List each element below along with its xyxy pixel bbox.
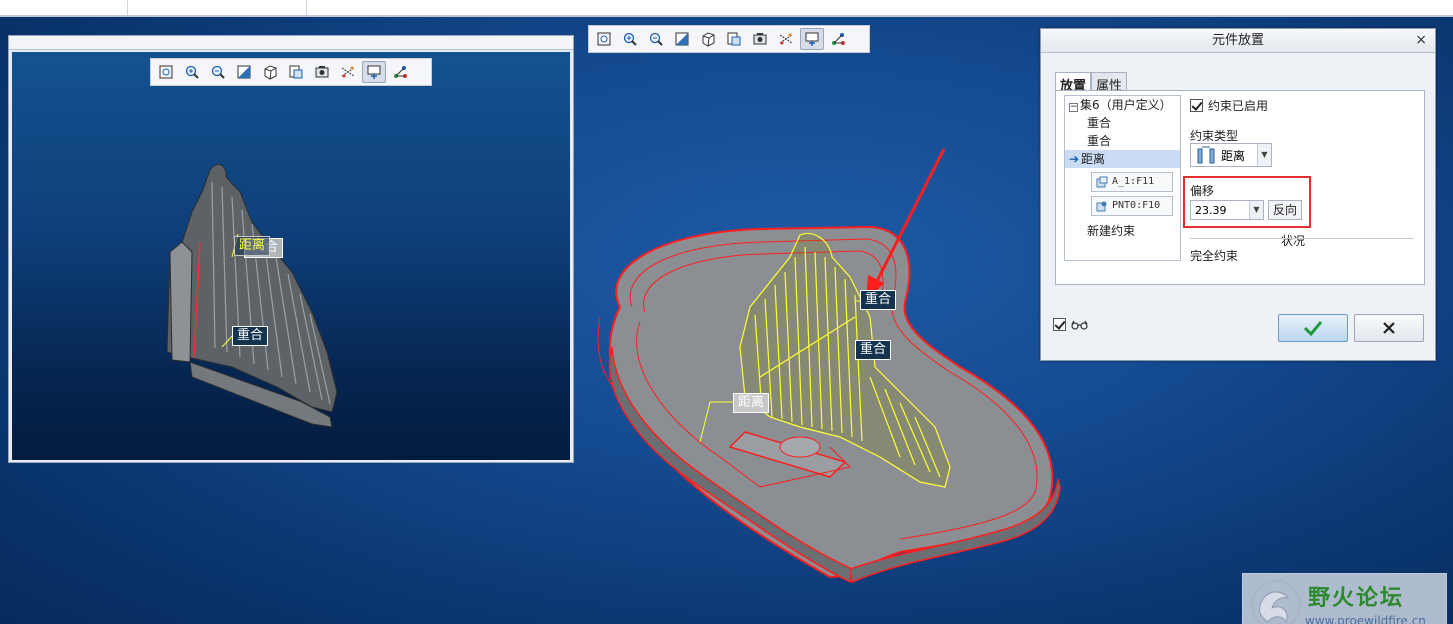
offset-input[interactable]: 23.39 ▼: [1190, 200, 1264, 220]
chevron-down-icon[interactable]: ▼: [1257, 144, 1271, 166]
current-arrow-icon: ➔: [1069, 152, 1080, 166]
reference-pnt0-label: PNT0:F10: [1112, 200, 1161, 211]
constraint-type-select[interactable]: 距离 ▼: [1190, 143, 1272, 167]
flame-logo-icon: [1251, 580, 1301, 624]
offset-label: 偏移: [1190, 184, 1215, 198]
collapse-icon[interactable]: −: [1069, 103, 1078, 112]
preview-title-bar[interactable]: [9, 36, 573, 50]
reference-a1-label: A_1:F11: [1112, 176, 1155, 187]
checkmark-icon: [1303, 321, 1323, 336]
preview-toggle[interactable]: [1053, 318, 1089, 332]
reference-a1[interactable]: A_1:F11: [1091, 172, 1173, 192]
preview-canvas[interactable]: 合 距离 重合: [12, 52, 570, 460]
component-preview-window[interactable]: 合 距离 重合: [8, 35, 574, 463]
constraint-enabled-checkbox[interactable]: 约束已启用: [1190, 97, 1268, 114]
cancel-button[interactable]: [1354, 314, 1424, 342]
chevron-down-icon[interactable]: ▼: [1249, 201, 1263, 219]
preview-seat-model[interactable]: [12, 52, 570, 460]
tab-separator: [127, 0, 128, 15]
tree-set-node[interactable]: − 集6（用户定义）: [1069, 96, 1172, 114]
main-distance-tag[interactable]: 距离: [733, 393, 770, 413]
tree-item-coincident-1[interactable]: 重合: [1087, 114, 1111, 132]
checkbox-icon: [1053, 318, 1066, 331]
ok-button[interactable]: [1278, 314, 1348, 342]
flip-button[interactable]: 反向: [1268, 200, 1303, 220]
component-placement-dialog: 元件放置 × 放置 属性 − 集6（用户定义） 重合 重合 ➔ 距离 A_1:F11…: [1040, 28, 1436, 361]
distance-type-icon: [1197, 146, 1215, 164]
preview-distance-tag[interactable]: 距离: [234, 236, 271, 256]
constraint-tree[interactable]: − 集6（用户定义） 重合 重合 ➔ 距离 A_1:F11 PNT0:F10 新建约…: [1064, 95, 1181, 261]
constraint-type-value: 距离: [1221, 148, 1246, 163]
offset-value: 23.39: [1195, 203, 1227, 217]
tab-separator: [306, 0, 307, 15]
close-icon[interactable]: ×: [1415, 29, 1427, 52]
tree-item-distance-label: 距离: [1081, 152, 1106, 166]
reference-pnt0[interactable]: PNT0:F10: [1091, 196, 1173, 216]
dialog-title-bar[interactable]: 元件放置 ×: [1041, 29, 1435, 53]
checkbox-icon: [1190, 99, 1203, 112]
new-constraint-item[interactable]: 新建约束: [1087, 222, 1135, 240]
status-divider: [1190, 238, 1414, 239]
top-strip: [0, 0, 1453, 17]
main-coincident-tag-2[interactable]: 重合: [855, 340, 892, 360]
point-ref-icon: [1096, 201, 1107, 212]
glasses-icon: [1071, 320, 1088, 330]
main-coincident-tag-1[interactable]: 重合: [860, 290, 897, 310]
dialog-title: 元件放置: [1211, 33, 1264, 48]
status-label: 状况: [1281, 234, 1306, 248]
forum-watermark: 野火论坛 www.proewildfire.cn: [1242, 573, 1447, 624]
tree-item-distance[interactable]: ➔ 距离: [1065, 150, 1180, 168]
preview-coincident-tag[interactable]: 重合: [232, 326, 269, 346]
tree-item-coincident-2[interactable]: 重合: [1087, 132, 1111, 150]
status-value: 完全约束: [1190, 249, 1239, 263]
watermark-title: 野火论坛: [1308, 586, 1405, 611]
close-icon: [1383, 322, 1395, 334]
watermark-url: www.proewildfire.cn: [1305, 614, 1426, 624]
surface-ref-icon: [1096, 176, 1108, 188]
constraint-type-label: 约束类型: [1190, 129, 1239, 143]
placement-panel: − 集6（用户定义） 重合 重合 ➔ 距离 A_1:F11 PNT0:F10 新建约…: [1055, 90, 1425, 285]
constraint-enabled-label: 约束已启用: [1208, 99, 1269, 113]
tree-set-label: 集6（用户定义）: [1080, 98, 1172, 112]
